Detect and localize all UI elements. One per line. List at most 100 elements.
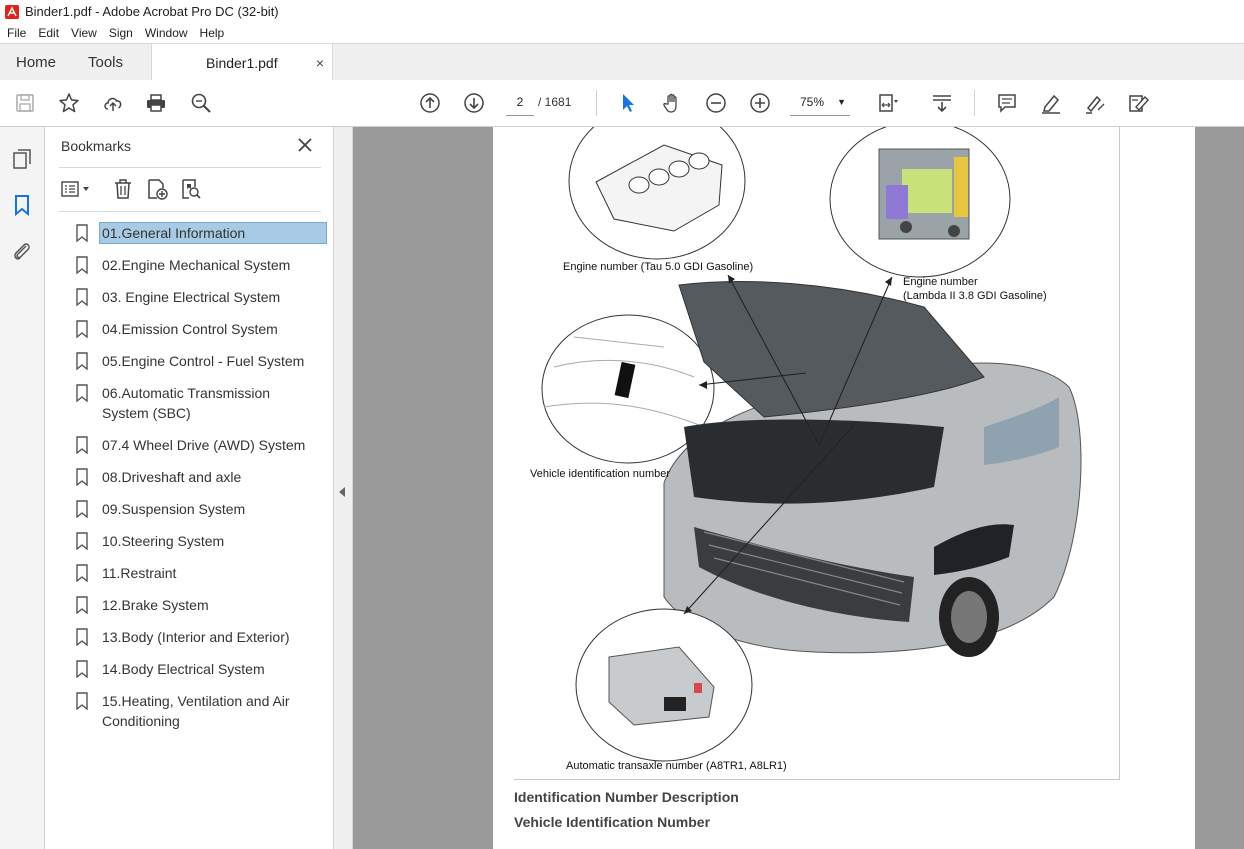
bookmark-label: 01.General Information: [99, 222, 327, 244]
document-viewer[interactable]: Engine number (Tau 5.0 GDI Gasoline) Eng…: [353, 127, 1244, 849]
callout-lambda-engine-detail: (Lambda II 3.8 GDI Gasoline): [903, 290, 1047, 302]
callout-tau-engine: Engine number (Tau 5.0 GDI Gasoline): [563, 261, 754, 273]
scroll-mode-icon[interactable]: [930, 91, 954, 115]
bookmark-icon: [76, 384, 88, 402]
menu-window[interactable]: Window: [138, 26, 193, 40]
comment-icon[interactable]: [995, 91, 1019, 115]
bookmark-label: 06.Automatic Transmission System (SBC): [102, 385, 271, 421]
highlight-pen-icon[interactable]: [1039, 91, 1063, 115]
delete-icon[interactable]: [111, 177, 135, 201]
bookmark-item[interactable]: 09.Suspension System: [75, 499, 327, 519]
bookmark-item[interactable]: 15.Heating, Ventilation and Air Conditio…: [75, 691, 327, 731]
menu-file[interactable]: File: [0, 26, 31, 40]
select-cursor-icon[interactable]: [616, 91, 640, 115]
hand-tool-icon[interactable]: [660, 91, 684, 115]
print-icon[interactable]: [144, 91, 168, 115]
bookmark-label: 04.Emission Control System: [102, 321, 278, 337]
bookmark-icon: [76, 596, 88, 614]
bookmark-label: 11.Restraint: [102, 565, 177, 581]
zoom-value: 75%: [800, 95, 825, 109]
draw-sign-icon[interactable]: [1083, 91, 1107, 115]
tab-document[interactable]: Binder1.pdf ×: [151, 44, 333, 81]
cloud-upload-icon[interactable]: [101, 91, 125, 115]
panel-divider: [59, 211, 321, 212]
save-icon[interactable]: [13, 91, 37, 115]
page-thumbnails-icon[interactable]: [10, 147, 34, 171]
bookmark-item[interactable]: 08.Driveshaft and axle: [75, 467, 327, 487]
bookmarks-panel: Bookmarks 01.General Information 02.Engi…: [45, 127, 334, 849]
section-heading: Identification Number Description: [514, 789, 739, 805]
fill-sign-icon[interactable]: [1126, 91, 1150, 115]
next-page-icon[interactable]: [462, 91, 486, 115]
window-title: Binder1.pdf - Adobe Acrobat Pro DC (32-b…: [25, 4, 279, 19]
bookmark-item[interactable]: 14.Body Electrical System: [75, 659, 327, 679]
page-number-input[interactable]: 2: [506, 89, 534, 116]
bookmark-item[interactable]: 05.Engine Control - Fuel System: [75, 351, 327, 371]
find-bookmark-icon[interactable]: [179, 177, 203, 201]
vehicle-diagram: [541, 127, 1082, 762]
bookmark-item[interactable]: 10.Steering System: [75, 531, 327, 551]
bookmark-label: 12.Brake System: [102, 597, 209, 613]
bookmark-icon: [76, 564, 88, 582]
tab-bar: Home Tools Binder1.pdf ×: [0, 43, 1244, 81]
bookmark-icon: [76, 660, 88, 678]
main-toolbar: [0, 80, 1244, 127]
bookmark-item[interactable]: 11.Restraint: [75, 563, 327, 583]
bookmark-panel-icon[interactable]: [10, 193, 34, 217]
bookmark-icon: [76, 288, 88, 306]
zoom-search-icon[interactable]: [189, 91, 213, 115]
bookmark-label: 14.Body Electrical System: [102, 661, 265, 677]
bookmark-label: 02.Engine Mechanical System: [102, 257, 291, 273]
tab-document-label: Binder1.pdf: [206, 54, 278, 71]
bookmark-item[interactable]: 04.Emission Control System: [75, 319, 327, 339]
panel-splitter[interactable]: [334, 127, 353, 849]
bookmark-icon: [76, 320, 88, 338]
zoom-in-icon[interactable]: [748, 91, 772, 115]
bookmark-icon: [76, 468, 88, 486]
bookmark-icon: [76, 256, 88, 274]
callout-transaxle: Automatic transaxle number (A8TR1, A8LR1…: [566, 760, 787, 772]
title-bar: Binder1.pdf - Adobe Acrobat Pro DC (32-b…: [0, 0, 1244, 23]
bookmark-options-icon[interactable]: [59, 177, 95, 201]
bookmark-item[interactable]: 01.General Information: [75, 222, 327, 244]
previous-page-icon[interactable]: [418, 91, 442, 115]
bookmark-item[interactable]: 03. Engine Electrical System: [75, 287, 327, 307]
bookmark-icon: [76, 532, 88, 550]
bookmark-icon: [76, 224, 88, 242]
attachment-icon[interactable]: [10, 239, 34, 263]
zoom-out-icon[interactable]: [704, 91, 728, 115]
navigation-rail: [0, 127, 45, 849]
bookmark-icon: [76, 692, 88, 710]
tab-tools[interactable]: Tools: [88, 44, 123, 80]
bookmark-label: 03. Engine Electrical System: [102, 289, 281, 305]
bookmark-item[interactable]: 13.Body (Interior and Exterior): [75, 627, 327, 647]
callout-lambda-engine: Engine number: [903, 276, 978, 288]
zoom-select[interactable]: 75% ▼: [790, 89, 850, 116]
new-bookmark-icon[interactable]: [145, 177, 169, 201]
tab-close-icon[interactable]: ×: [316, 55, 324, 71]
close-icon[interactable]: [297, 137, 313, 153]
tab-home[interactable]: Home: [16, 44, 56, 80]
star-icon[interactable]: [57, 91, 81, 115]
menu-sign[interactable]: Sign: [102, 26, 138, 40]
pdf-page: Engine number (Tau 5.0 GDI Gasoline) Eng…: [493, 127, 1195, 849]
bookmark-icon: [76, 436, 88, 454]
bookmark-item[interactable]: 12.Brake System: [75, 595, 327, 615]
menu-edit[interactable]: Edit: [31, 26, 64, 40]
bookmark-item[interactable]: 06.Automatic Transmission System (SBC): [75, 383, 327, 423]
menu-view[interactable]: View: [64, 26, 102, 40]
bookmark-label: 10.Steering System: [102, 533, 225, 549]
chevron-down-icon: ▼: [837, 97, 846, 107]
page-fit-icon[interactable]: [876, 91, 900, 115]
bookmark-icon: [76, 628, 88, 646]
panel-divider: [59, 167, 321, 168]
menu-help[interactable]: Help: [193, 26, 230, 40]
vehicle-illustration: Engine number (Tau 5.0 GDI Gasoline) Eng…: [514, 127, 1120, 780]
collapse-arrow-icon[interactable]: [339, 487, 345, 497]
bookmark-item[interactable]: 07.4 Wheel Drive (AWD) System: [75, 435, 327, 455]
bookmark-label: 05.Engine Control - Fuel System: [102, 353, 305, 369]
bookmark-label: 13.Body (Interior and Exterior): [102, 629, 290, 645]
toolbar-divider: [974, 90, 975, 116]
bookmark-icon: [76, 352, 88, 370]
bookmark-item[interactable]: 02.Engine Mechanical System: [75, 255, 327, 275]
